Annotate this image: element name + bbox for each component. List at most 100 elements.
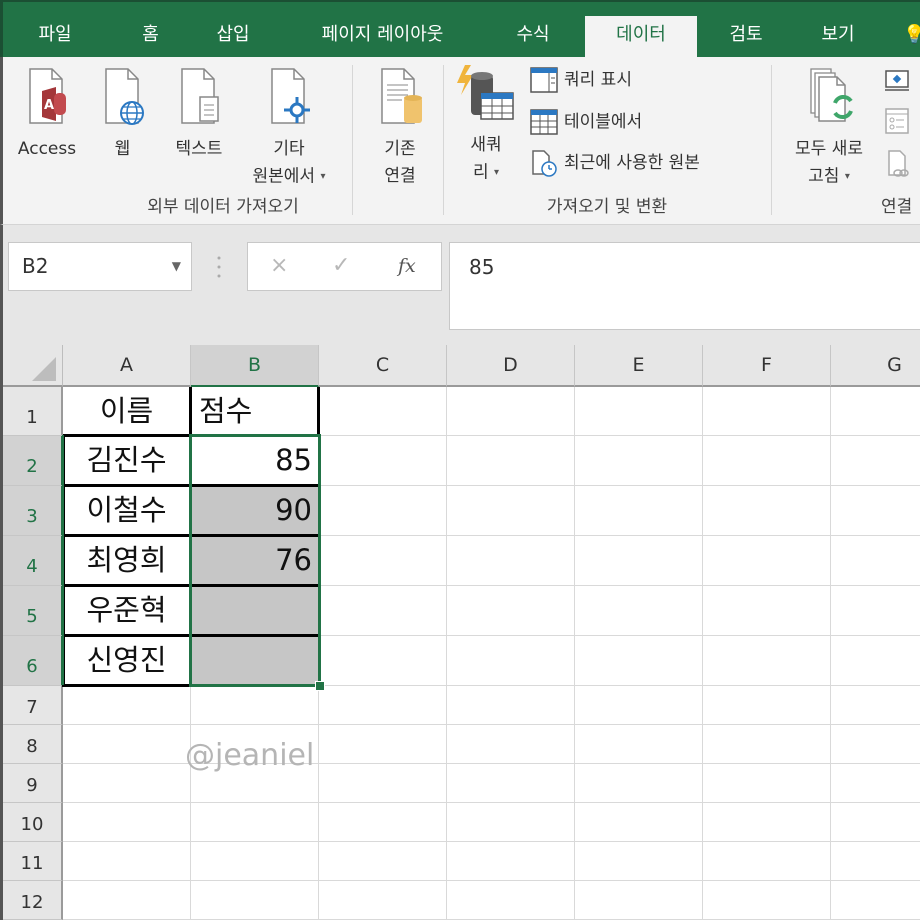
cell-b6[interactable]: [191, 636, 318, 685]
gridline-vertical: [318, 387, 319, 920]
cell-border: [63, 634, 191, 637]
column-header-c[interactable]: C: [319, 345, 447, 387]
ribbon-tab-bar: 파일 홈 삽입 페이지 레이아웃 수식 데이터 검토 보기 💡: [0, 0, 920, 59]
from-other-sources-button[interactable]: 기타 원본에서 ▾: [235, 65, 343, 191]
cell-border: [189, 387, 192, 687]
group-label-external-data: 외부 데이터 가져오기: [147, 197, 299, 217]
from-access-button[interactable]: A Access: [11, 65, 83, 163]
row-header-8[interactable]: 8: [3, 725, 63, 764]
insert-function-fx-icon[interactable]: fx: [398, 255, 416, 277]
gridline-horizontal: [63, 841, 920, 842]
text-file-icon: [181, 68, 219, 124]
cell-b5[interactable]: [191, 586, 318, 635]
select-all-button[interactable]: [3, 345, 63, 387]
from-web-label: 웹: [114, 139, 131, 159]
cell-a3[interactable]: 이철수: [63, 486, 190, 535]
cell-a2[interactable]: 김진수: [63, 436, 190, 485]
enter-check-icon[interactable]: ✓: [332, 253, 350, 278]
from-table-label: 테이블에서: [564, 112, 643, 132]
cell-b1[interactable]: 점수: [191, 387, 318, 435]
cell-a4[interactable]: 최영희: [63, 536, 190, 585]
tab-file[interactable]: 파일: [15, 16, 95, 59]
name-box-value: B2: [22, 254, 49, 278]
new-query-icon: [457, 65, 514, 120]
from-text-label: 텍스트: [175, 139, 223, 159]
column-header-f[interactable]: F: [703, 345, 831, 387]
chevron-down-icon: ▾: [494, 167, 500, 178]
tab-insert[interactable]: 삽입: [198, 16, 268, 59]
from-text-button[interactable]: 텍스트: [163, 65, 235, 163]
column-header-e[interactable]: E: [575, 345, 703, 387]
formula-bar-splitter[interactable]: [217, 255, 221, 279]
properties-icon: [885, 108, 909, 134]
cell-b3[interactable]: 90: [191, 486, 318, 535]
cell-a1[interactable]: 이름: [63, 387, 190, 435]
cancel-icon[interactable]: ×: [270, 253, 288, 278]
edit-links-icon: [888, 150, 909, 177]
show-queries-button[interactable]: 쿼리 표시: [530, 66, 632, 94]
refresh-all-button[interactable]: 모두 새로 고침 ▾: [779, 65, 879, 191]
watermark: @jeaniel: [185, 738, 315, 773]
row-header-2[interactable]: 2: [3, 436, 63, 486]
column-header-b[interactable]: B: [191, 345, 319, 387]
from-other-line1: 기타: [273, 139, 305, 159]
column-header-d[interactable]: D: [447, 345, 575, 387]
existing-connections-line2: 연결: [384, 166, 416, 186]
column-header-a[interactable]: A: [63, 345, 191, 387]
lightbulb-icon[interactable]: 💡: [903, 16, 920, 59]
name-box[interactable]: B2 ▼: [8, 242, 192, 291]
row-header-7[interactable]: 7: [3, 686, 63, 725]
web-globe-icon: [104, 68, 144, 125]
existing-connections-button[interactable]: 기존 연결: [365, 65, 435, 190]
cell-b2[interactable]: 85: [191, 436, 318, 485]
tab-home[interactable]: 홈: [123, 16, 178, 59]
select-all-triangle-icon: [32, 357, 56, 381]
row-header-6[interactable]: 6: [3, 636, 63, 686]
show-queries-label: 쿼리 표시: [564, 70, 632, 90]
cell-border: [191, 584, 319, 587]
fill-handle[interactable]: [315, 681, 325, 691]
new-query-line1: 새쿼: [470, 135, 502, 155]
tab-review[interactable]: 검토: [711, 16, 781, 59]
tab-page-layout[interactable]: 페이지 레이아웃: [295, 16, 470, 59]
ribbon-data: A Access 웹 텍스트 기타 원본에서 ▾ 기존 연결 외부 데이터 가져…: [0, 57, 920, 225]
formula-input[interactable]: 85: [449, 242, 920, 330]
tab-data[interactable]: 데이터: [585, 16, 697, 59]
chevron-down-icon: ▾: [320, 171, 326, 182]
row-header-10[interactable]: 10: [3, 803, 63, 842]
edit-links-button: [886, 149, 912, 183]
cell-border: [63, 484, 191, 487]
formula-buttons: × ✓ fx: [247, 242, 442, 291]
row-header-4[interactable]: 4: [3, 536, 63, 586]
recent-sources-button[interactable]: 최근에 사용한 원본: [530, 149, 700, 177]
tab-formulas[interactable]: 수식: [498, 16, 568, 59]
row-header-12[interactable]: 12: [3, 881, 63, 920]
gridline-vertical: [574, 387, 575, 920]
from-web-button[interactable]: 웹: [95, 65, 150, 163]
cell-border: [63, 684, 191, 687]
connections-icon: [885, 70, 909, 91]
tab-view[interactable]: 보기: [803, 16, 873, 59]
new-query-button[interactable]: 새쿼 리 ▾: [455, 63, 517, 187]
gridline-horizontal: [63, 724, 920, 725]
row-header-5[interactable]: 5: [3, 586, 63, 636]
cell-a5[interactable]: 우준혁: [63, 586, 190, 635]
row-header-9[interactable]: 9: [3, 764, 63, 803]
column-header-g[interactable]: G: [831, 345, 920, 387]
group-label-connections: 연결: [881, 197, 913, 217]
name-box-dropdown-icon[interactable]: ▼: [172, 243, 181, 290]
connections-button[interactable]: [884, 69, 910, 97]
formula-bar-area: B2 ▼ × ✓ fx 85: [0, 225, 920, 345]
row-header-3[interactable]: 3: [3, 486, 63, 536]
row-header-1[interactable]: 1: [3, 387, 63, 436]
row-header-11[interactable]: 11: [3, 842, 63, 881]
properties-button: [884, 107, 910, 139]
cell-border: [191, 534, 319, 537]
selection-row-accent: [62, 435, 64, 685]
cell-a6[interactable]: 신영진: [63, 636, 190, 685]
from-access-label: Access: [17, 139, 77, 159]
cell-b4[interactable]: 76: [191, 536, 318, 585]
recent-sources-icon: [532, 150, 557, 177]
other-sources-icon: [271, 68, 310, 124]
from-table-button[interactable]: 테이블에서: [530, 108, 642, 136]
